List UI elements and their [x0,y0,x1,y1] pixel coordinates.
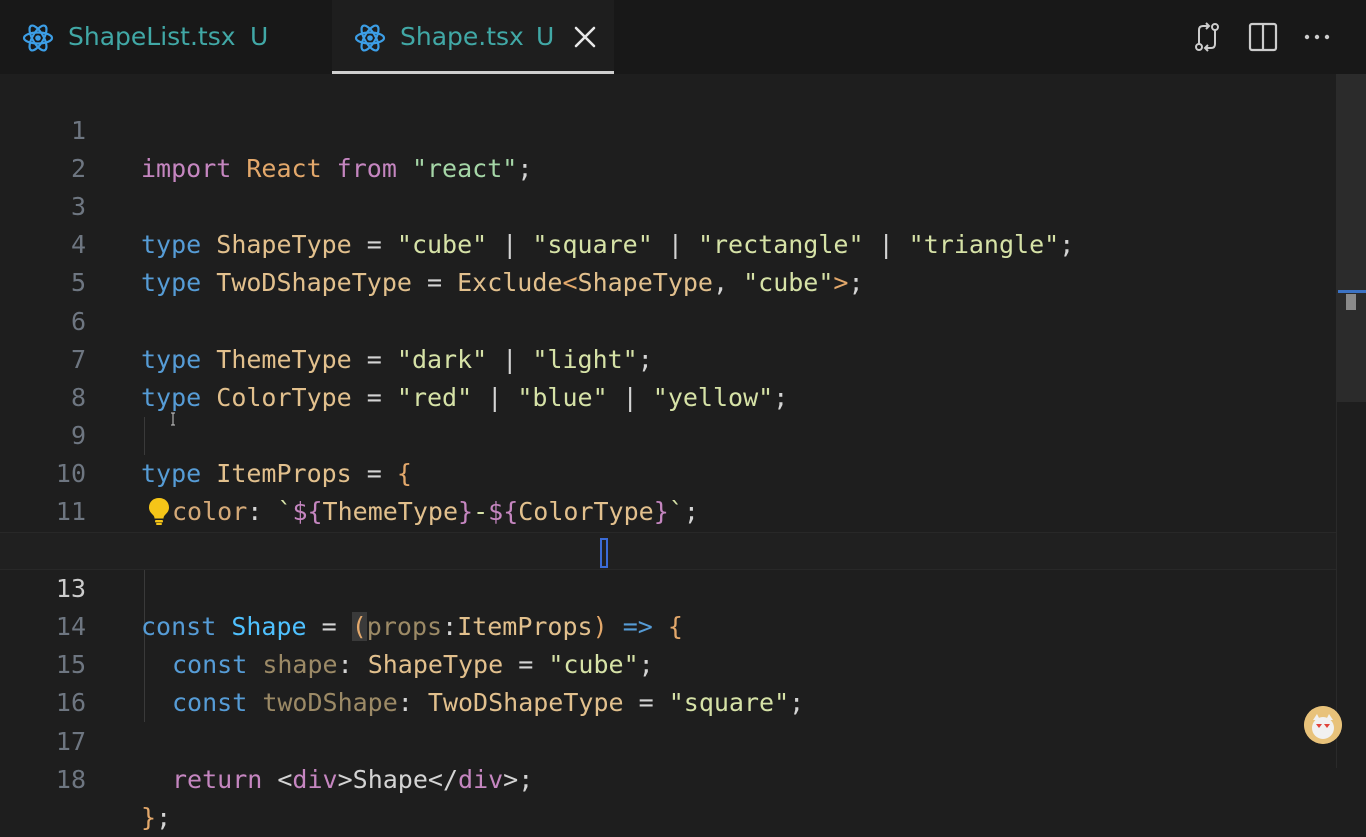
code-token: Shape [352,765,428,794]
tab-shapelist[interactable]: ShapeList.tsx U [0,0,330,74]
tab-label: ShapeList.tsx [68,22,236,51]
code-line: 6 type ThemeType = "dark" | "light"; [0,265,1366,374]
code-line: 2 [0,112,1366,183]
tab-status-untracked: U [250,22,269,51]
code-token: ; [156,803,172,832]
code-line: 4 type TwoDShapeType = Exclude<ShapeType… [0,188,1366,297]
mouse-cursor-icon [171,412,175,426]
code-line: 7 type ColorType = "red" | "blue" | "yel… [0,303,1366,412]
text-cursor [600,538,608,568]
split-editor-icon[interactable] [1246,20,1280,54]
line-number: 18 [55,765,86,794]
close-icon[interactable] [572,24,598,50]
code-line: 17 return <div>Shape</div>; [0,685,1366,794]
code-line: 8 [0,341,1366,412]
react-icon [22,24,54,52]
tab-shape[interactable]: Shape.tsx U [332,0,614,74]
code-text: }; [141,799,171,837]
code-token: < [262,765,293,794]
code-token: return [172,765,263,794]
code-token: > [337,765,353,794]
code-line: 16 [0,646,1366,717]
code-line: 3 type ShapeType = "cube" | "square" | "… [0,150,1366,259]
code-line: 10 color: `${ThemeType}-${ColorType}`; [0,417,1366,526]
code-line: 5 [0,226,1366,297]
code-token: div [458,765,504,794]
more-actions-icon[interactable] [1300,20,1334,54]
tab-bar: ShapeList.tsx U Shape.tsx U [0,0,1366,74]
code-token: ; [518,765,534,794]
code-line-current: 13 const Shape = (props:ItemProps) => { [0,532,1366,641]
tab-status-untracked: U [536,22,555,51]
code-line: 14 const shape: ShapeType = "cube"; [0,570,1366,679]
code-line: 18 }; [0,723,1366,832]
code-line: 15 const twoDShape: TwoDShapeType = "squ… [0,608,1366,717]
avatar[interactable] [1304,706,1342,744]
overview-ruler-selection-marker [1338,290,1366,293]
avatar-face-icon [1304,706,1342,744]
source-control-compare-icon[interactable] [1190,20,1224,54]
code-token: div [292,765,338,794]
react-icon [354,24,386,52]
code-line: 12 [0,494,1366,565]
code-token: > [503,765,519,794]
code-text: return <div>Shape</div>; [172,761,533,799]
code-token: </ [427,765,459,794]
tab-label: Shape.tsx [400,22,524,51]
code-line: 11 }; [0,455,1366,564]
scrollbar-thumb[interactable] [1336,74,1366,402]
lightbulb-icon[interactable] [146,496,172,526]
code-line: 9 type ItemProps = { [0,379,1366,488]
code-token: } [141,803,157,832]
overview-ruler-cursor-marker [1346,294,1356,310]
code-line: 1 import React from "react"; [0,74,1366,183]
